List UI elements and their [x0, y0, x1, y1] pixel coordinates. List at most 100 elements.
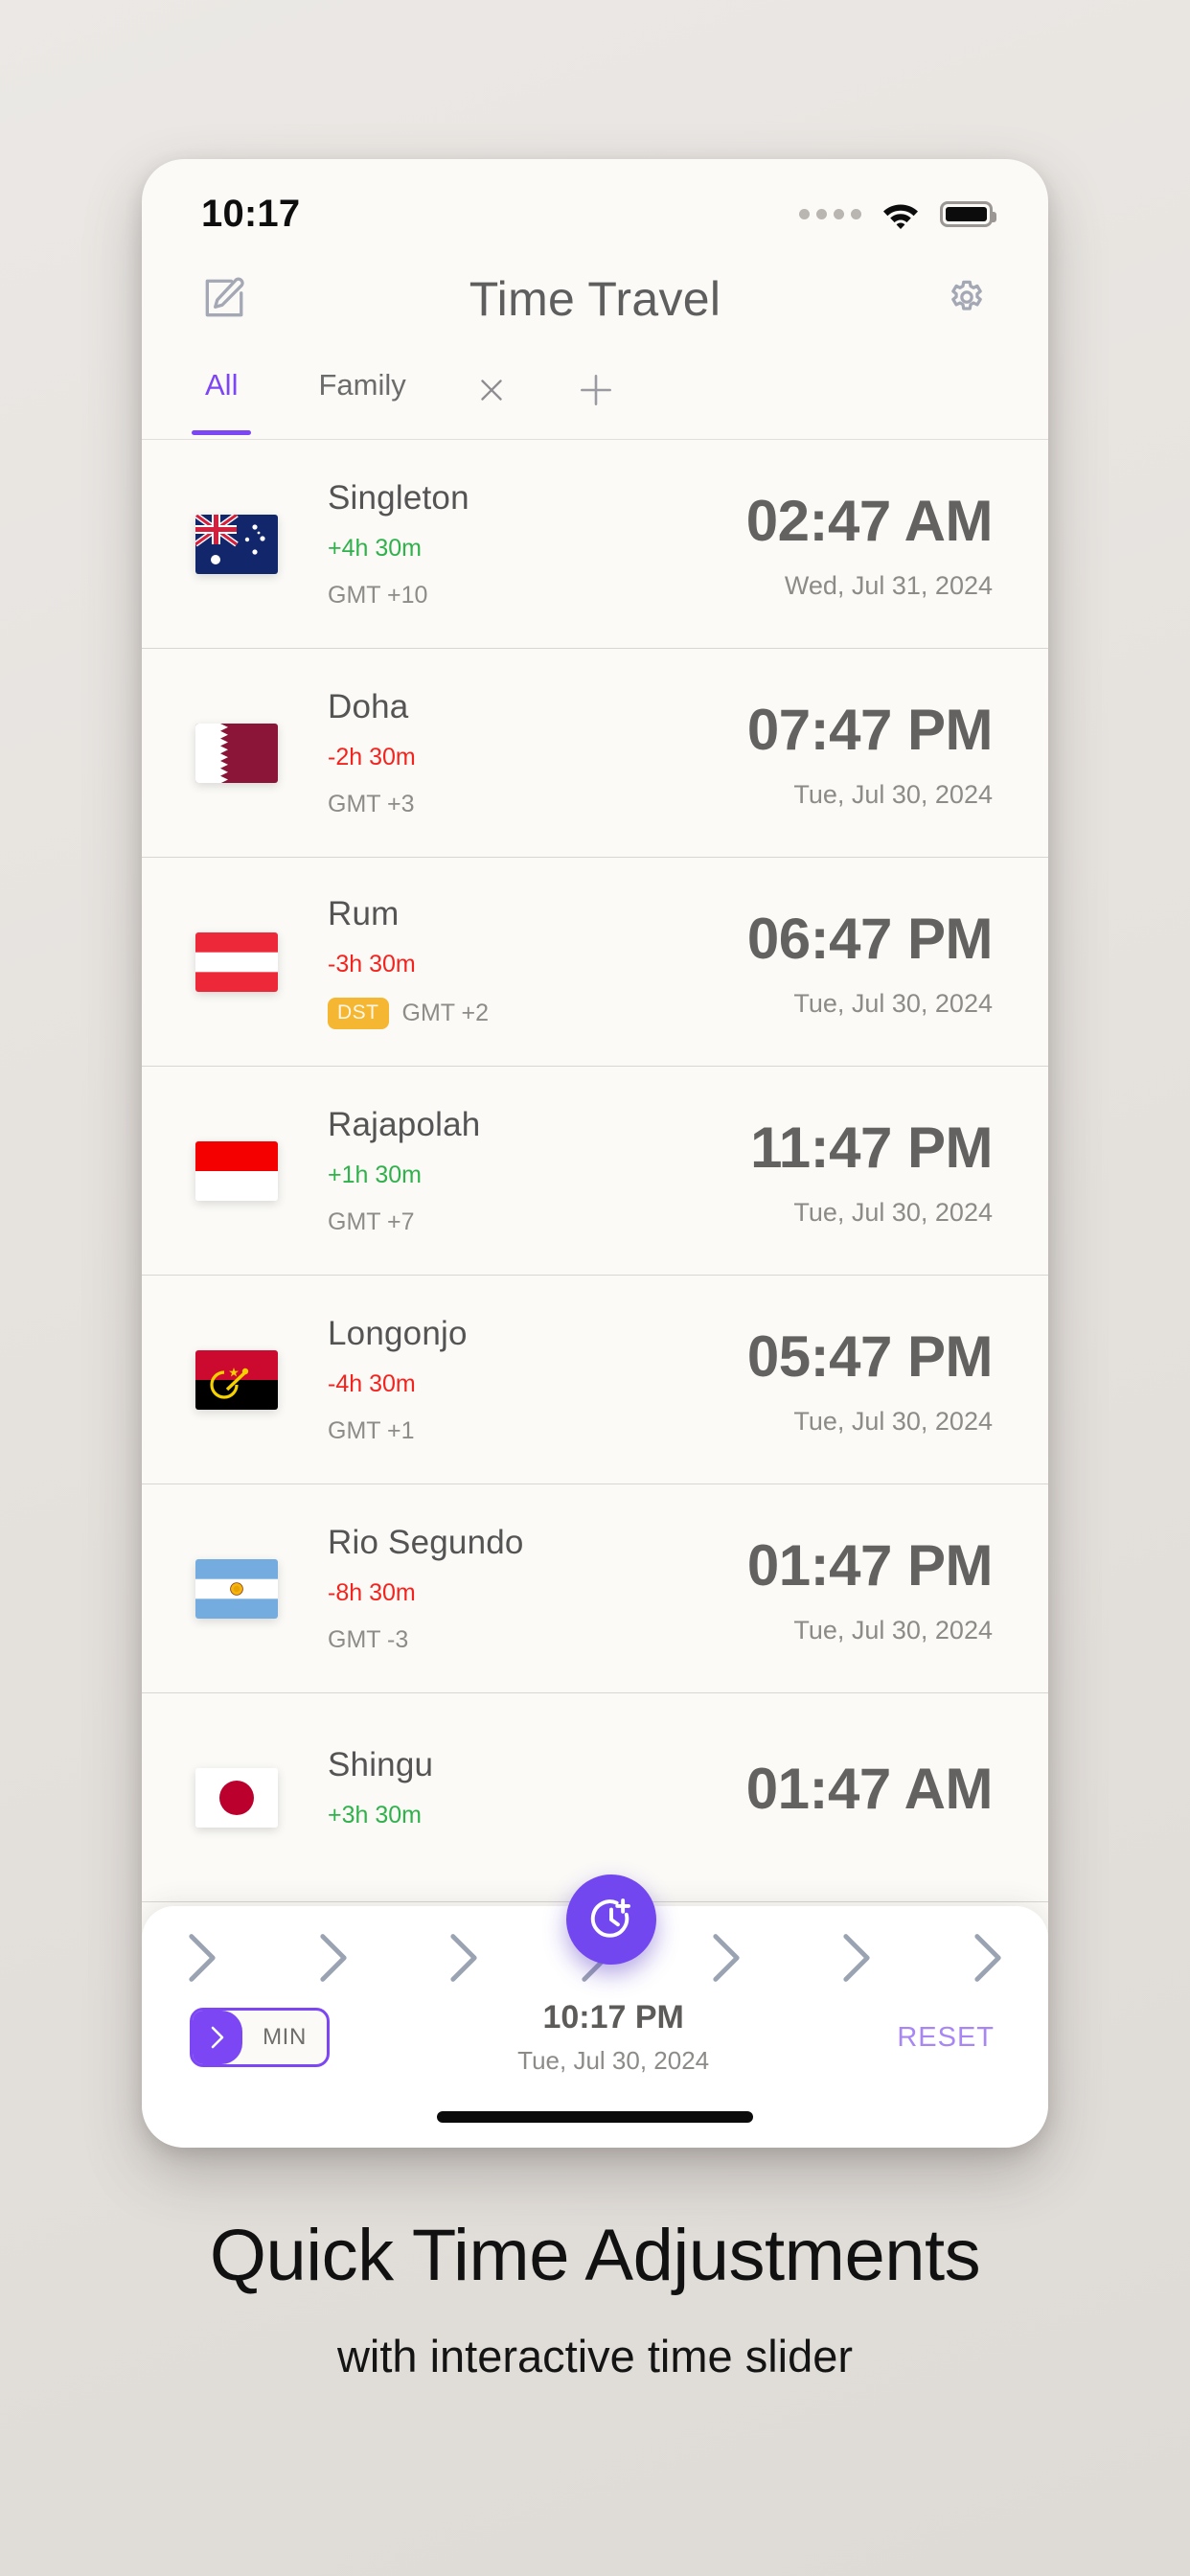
edit-compose-icon[interactable] [195, 271, 251, 327]
city-gmt-line: GMT +7 [328, 1208, 750, 1236]
city-date: Tue, Jul 30, 2024 [793, 988, 993, 1018]
page-title: Time Travel [469, 272, 721, 326]
battery-icon [940, 200, 996, 227]
chevron-right-icon [211, 2026, 224, 2049]
city-row[interactable]: Rajapolah +1h 30m GMT +7 11:47 PM Tue, J… [142, 1067, 1048, 1276]
signal-dots-icon [799, 208, 861, 219]
city-offset: -3h 30m [328, 950, 416, 978]
city-date: Tue, Jul 30, 2024 [793, 1406, 993, 1436]
city-gmt: GMT -3 [328, 1625, 409, 1653]
city-gmt-line: GMT +3 [328, 791, 747, 818]
unit-toggle-min[interactable]: MIN [190, 2008, 330, 2067]
city-offset: -8h 30m [328, 1578, 416, 1606]
city-gmt: GMT +1 [328, 1416, 415, 1444]
city-time: 05:47 PM [746, 1323, 994, 1389]
angola-flag [195, 1349, 278, 1410]
chevron-right-icon [974, 1934, 1001, 1982]
city-clock: 07:47 PM Tue, Jul 30, 2024 [746, 697, 994, 810]
city-row[interactable]: Doha -2h 30m GMT +3 07:47 PM Tue, Jul 30… [142, 649, 1048, 858]
city-gmt-line: GMT +10 [328, 582, 746, 610]
city-time: 01:47 AM [745, 1757, 994, 1821]
city-clock: 05:47 PM Tue, Jul 30, 2024 [746, 1323, 994, 1437]
city-clock: 11:47 PM Tue, Jul 30, 2024 [750, 1115, 993, 1228]
city-clock: 01:47 PM Tue, Jul 30, 2024 [746, 1532, 994, 1645]
city-row[interactable]: Longonjo -4h 30m GMT +1 05:47 PM Tue, Ju… [142, 1276, 1048, 1484]
austria-flag [195, 932, 278, 992]
city-gmt-line: GMT +1 [328, 1417, 747, 1445]
slider-current-datetime: 10:17 PM Tue, Jul 30, 2024 [330, 1999, 897, 2076]
city-offset: +4h 30m [328, 534, 422, 562]
city-clock: 02:47 AM Wed, Jul 31, 2024 [745, 488, 994, 601]
argentina-flag [195, 1558, 278, 1619]
city-clock: 06:47 PM Tue, Jul 30, 2024 [747, 906, 994, 1019]
slider-controls: MIN 10:17 PM Tue, Jul 30, 2024 RESET [142, 1989, 1048, 2081]
city-row[interactable]: Rum -3h 30m DST GMT +2 06:47 PM Tue, Jul… [142, 858, 1048, 1067]
city-date: Tue, Jul 30, 2024 [793, 1197, 993, 1227]
reset-button[interactable]: RESET [897, 2022, 995, 2054]
chevron-right-icon [320, 1934, 347, 1982]
city-info: Singleton +4h 30m GMT +10 [278, 479, 746, 610]
city-name: Rio Segundo [328, 1523, 524, 1561]
tab-family[interactable]: Family [316, 360, 407, 435]
city-row[interactable]: Singleton +4h 30m GMT +10 02:47 AM Wed, … [142, 440, 1048, 649]
caption-subhead: with interactive time slider [336, 2331, 854, 2381]
japan-flag [195, 1767, 278, 1828]
city-name: Doha [328, 687, 409, 725]
city-date: Wed, Jul 31, 2024 [784, 570, 993, 600]
home-indicator [437, 2111, 753, 2123]
status-bar-clock: 10:17 [201, 192, 301, 235]
city-row[interactable]: Shingu +3h 30m 01:47 AM [142, 1693, 1048, 1902]
clock-plus-icon [590, 1898, 630, 1938]
close-x-icon[interactable] [473, 360, 510, 420]
australia-flag [195, 514, 278, 574]
city-list: Singleton +4h 30m GMT +10 02:47 AM Wed, … [142, 439, 1048, 1902]
city-gmt: GMT +10 [328, 581, 428, 609]
city-time: 01:47 PM [746, 1532, 994, 1598]
city-gmt: GMT +7 [328, 1208, 415, 1235]
city-info: Rio Segundo -8h 30m GMT -3 [278, 1524, 747, 1654]
unit-toggle-label: MIN [263, 2024, 307, 2050]
city-info: Rajapolah +1h 30m GMT +7 [278, 1106, 750, 1236]
city-row[interactable]: Rio Segundo -8h 30m GMT -3 01:47 PM Tue,… [142, 1484, 1048, 1693]
city-name: Longonjo [328, 1314, 468, 1352]
toggle-knob[interactable] [193, 2011, 242, 2064]
add-time-fab[interactable] [566, 1874, 656, 1965]
city-name: Rum [328, 894, 400, 932]
city-info: Longonjo -4h 30m GMT +1 [278, 1315, 747, 1445]
city-name: Singleton [328, 478, 469, 517]
city-date: Tue, Jul 30, 2024 [793, 779, 993, 809]
city-offset: -4h 30m [328, 1369, 416, 1397]
city-info: Shingu +3h 30m [278, 1746, 746, 1849]
wifi-icon [883, 204, 918, 229]
city-gmt-line: DST GMT +2 [328, 997, 747, 1029]
city-info: Doha -2h 30m GMT +3 [278, 688, 747, 818]
promo-caption: Quick Time Adjustments with interactive … [0, 2214, 1190, 2382]
tab-all[interactable]: All [191, 360, 253, 435]
city-time: 07:47 PM [746, 697, 994, 762]
gear-icon[interactable] [939, 271, 995, 327]
city-name: Rajapolah [328, 1105, 481, 1143]
chevron-right-icon [712, 1934, 740, 1982]
city-info: Rum -3h 30m DST GMT +2 [278, 895, 747, 1029]
status-badge: DST [328, 997, 389, 1029]
city-gmt-line: GMT -3 [328, 1626, 747, 1654]
qatar-flag [195, 723, 278, 783]
city-gmt: GMT +3 [328, 790, 415, 817]
city-date: Tue, Jul 30, 2024 [793, 1615, 993, 1644]
slider-current-time: 10:17 PM [542, 1999, 684, 2036]
app-bar: Time Travel [142, 247, 1048, 351]
chevron-right-icon [189, 1934, 216, 1982]
plus-icon[interactable] [575, 360, 617, 420]
city-clock: 01:47 AM [745, 1756, 994, 1839]
city-offset: +1h 30m [328, 1161, 422, 1188]
chevron-right-icon [450, 1934, 477, 1982]
status-bar-indicators [799, 199, 996, 229]
tab-family-label: Family [318, 368, 406, 402]
phone-frame: 10:17 Time Travel All Family Singleton +… [142, 159, 1048, 2148]
city-offset: +3h 30m [328, 1802, 422, 1828]
city-time: 02:47 AM [745, 488, 994, 553]
status-bar: 10:17 [142, 159, 1048, 247]
indonesia-flag [195, 1140, 278, 1201]
city-gmt: GMT +2 [401, 999, 490, 1026]
tab-bar: All Family [142, 351, 1048, 439]
